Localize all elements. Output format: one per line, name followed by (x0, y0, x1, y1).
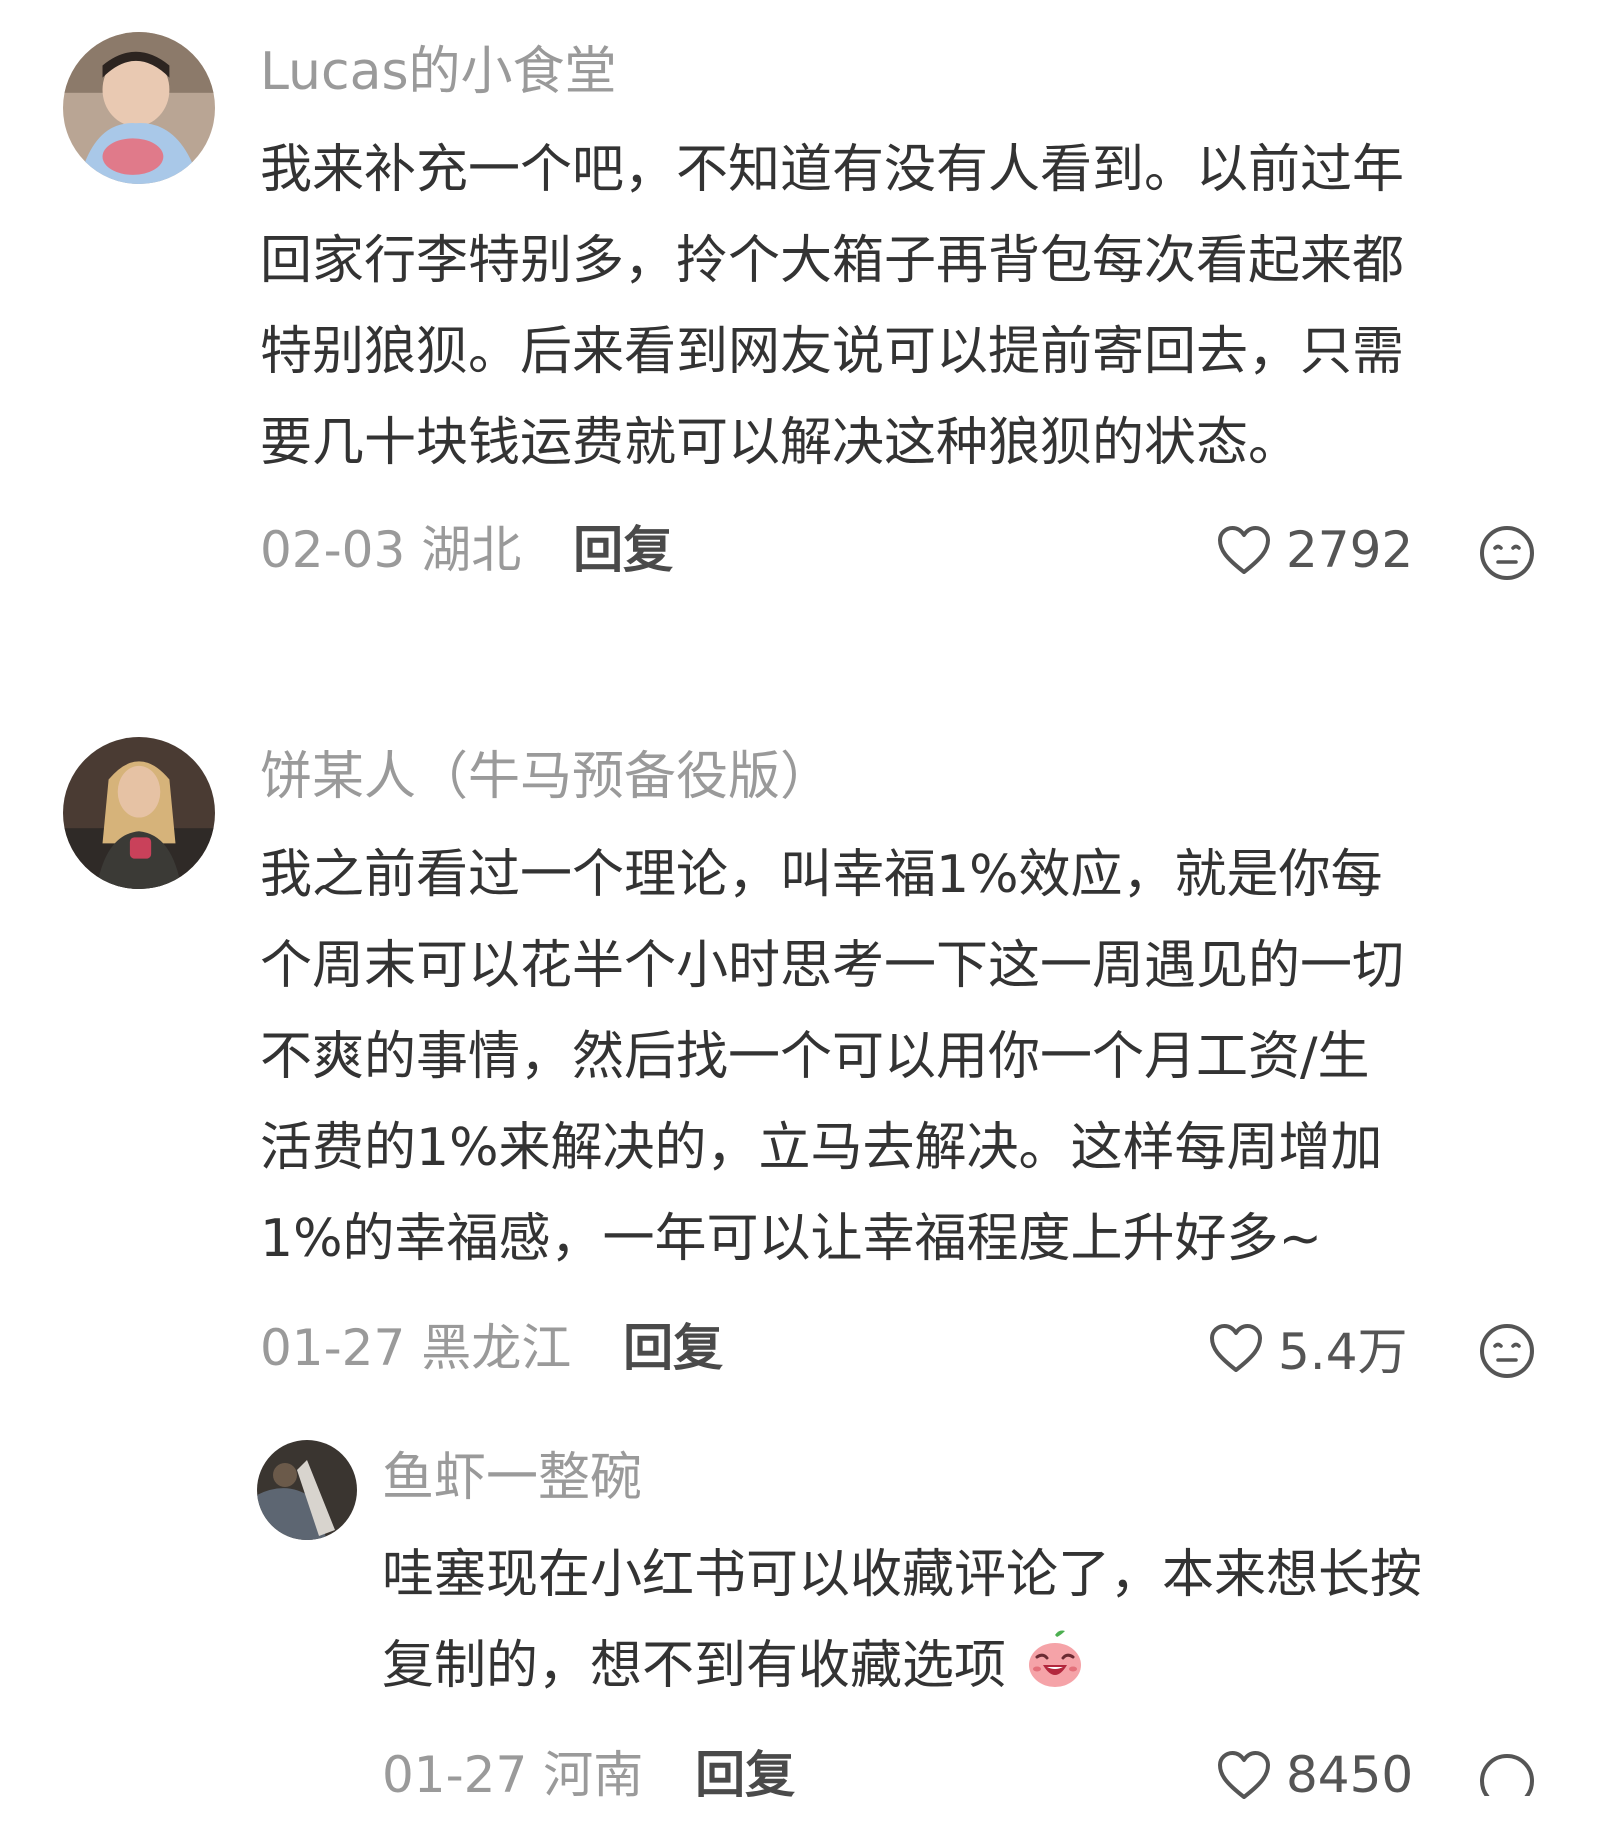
comment-text-line: 特别狼狈。后来看到网友说可以提前寄回去，只需 (260, 322, 1405, 382)
dislike-button[interactable] (1478, 524, 1536, 582)
username[interactable]: Lucas的小食堂 (260, 42, 617, 102)
like-button[interactable]: 5.4万 (1208, 1318, 1408, 1381)
comment-text[interactable]: 我之前看过一个理论，叫幸福1%效应，就是你每 个周末可以花半个小时思考一下这一周… (260, 830, 1404, 1285)
comment-text-line: 不爽的事情，然后找一个可以用你一个月工资/生 (260, 1027, 1370, 1087)
comment-meta: 02-03 湖北 回复 (260, 520, 673, 580)
comment-text-line: 要几十块钱运费就可以解决这种狼狈的状态。 (260, 413, 1301, 473)
comment-text-segment: 复制的，想不到有收藏选项 (382, 1636, 1007, 1696)
heart-outline-icon (1218, 526, 1270, 574)
heart-outline-icon (1210, 1324, 1262, 1372)
reply-button[interactable]: 回复 (573, 521, 673, 579)
comment-meta: 01-27 黑龙江 回复 (260, 1318, 723, 1378)
like-button[interactable]: 8450 (1216, 1745, 1413, 1805)
avatar[interactable] (63, 737, 215, 889)
comment-date: 02-03 (260, 521, 406, 579)
like-count: 8450 (1286, 1746, 1414, 1804)
comment-text-line: 1%的幸福感，一年可以让幸福程度上升好多~ (260, 1209, 1323, 1269)
avatar[interactable] (257, 1440, 357, 1540)
neutral-face-icon (1480, 526, 1534, 580)
comment-date: 01-27 (382, 1746, 528, 1804)
comment-text-line: 活费的1%来解决的，立马去解决。这样每周增加 (260, 1118, 1383, 1178)
comment-text-line: 回家行李特别多，拎个大箱子再背包每次看起来都 (260, 231, 1405, 291)
comment-text-line: 我来补充一个吧，不知道有没有人看到。以前过年 (260, 140, 1405, 200)
reply-button[interactable]: 回复 (695, 1746, 795, 1804)
comment-location: 黑龙江 (421, 1319, 572, 1377)
avatar[interactable] (63, 32, 215, 184)
comment-location: 湖北 (421, 521, 522, 579)
username[interactable]: 鱼虾一整碗 (382, 1448, 642, 1508)
comment-text-line: 哇塞现在小红书可以收藏评论了，本来想长按 (382, 1545, 1423, 1605)
like-button[interactable]: 2792 (1216, 520, 1413, 580)
comment-text[interactable]: 我来补充一个吧，不知道有没有人看到。以前过年 回家行李特别多，拎个大箱子再背包每… (260, 125, 1404, 489)
comment-meta: 01-27 河南 回复 (382, 1745, 795, 1805)
reply-button[interactable]: 回复 (623, 1319, 723, 1377)
comment-date: 01-27 (260, 1319, 406, 1377)
dislike-button[interactable] (1478, 1322, 1536, 1380)
heart-outline-icon (1218, 1751, 1270, 1799)
laughing-peach-emoji-icon (1028, 1630, 1081, 1687)
dislike-button[interactable] (1478, 1752, 1536, 1796)
comment-location: 河南 (543, 1746, 644, 1804)
neutral-face-icon (1480, 1324, 1534, 1378)
comment-text[interactable]: 哇塞现在小红书可以收藏评论了，本来想长按 复制的，想不到有收藏选项 (382, 1530, 1422, 1712)
like-count: 5.4万 (1278, 1323, 1408, 1381)
comment-text-line: 个周末可以花半个小时思考一下这一周遇见的一切 (260, 936, 1405, 996)
like-count: 2792 (1286, 521, 1414, 579)
comment-text-line: 我之前看过一个理论，叫幸福1%效应，就是你每 (260, 845, 1383, 905)
comment-text-line: 复制的，想不到有收藏选项 (382, 1621, 1422, 1712)
neutral-face-icon (1480, 1754, 1534, 1796)
username[interactable]: 饼某人（牛马预备役版） (260, 747, 832, 807)
